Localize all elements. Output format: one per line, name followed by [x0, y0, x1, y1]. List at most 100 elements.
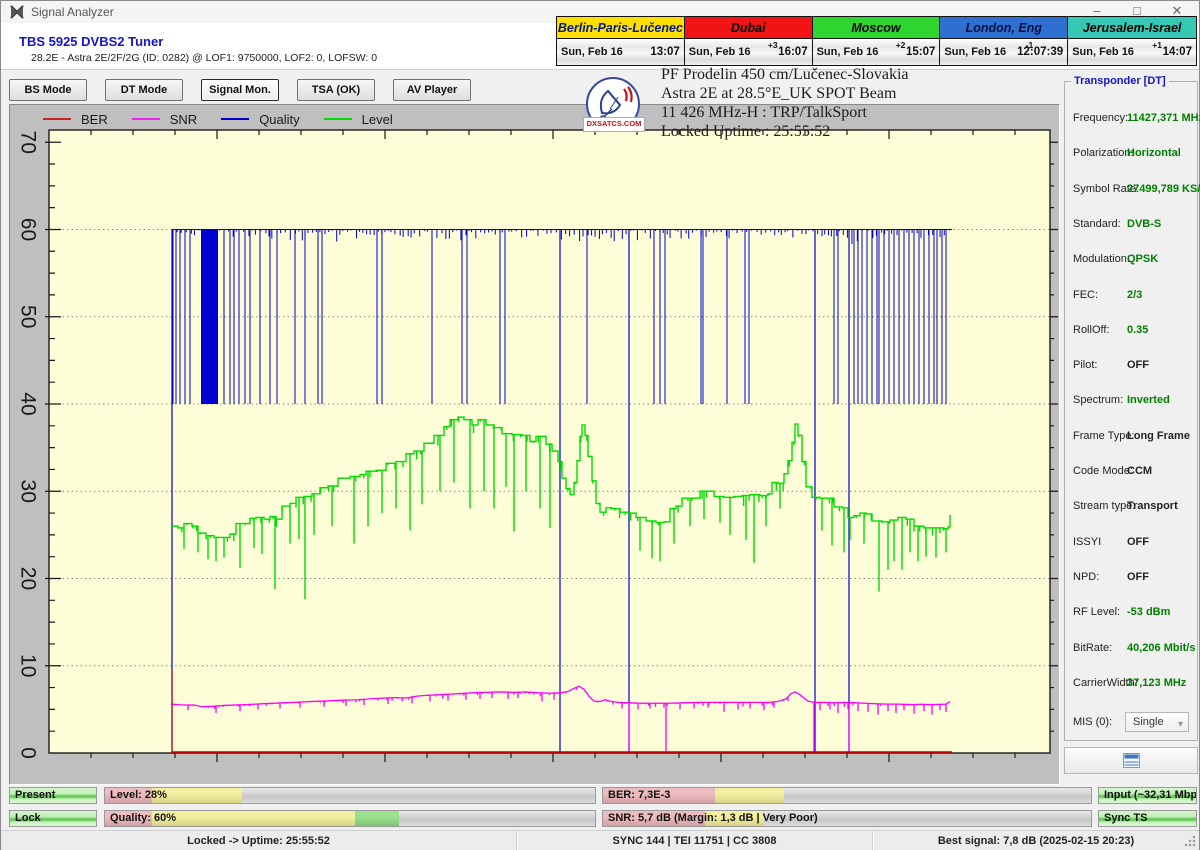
- signal-chart: 010203040506070: [10, 105, 1059, 784]
- clock-utc-offset: +3: [768, 40, 778, 50]
- clock-date: Sun, Feb 16: [817, 46, 879, 58]
- tp-value-14: -53 dBm: [1127, 606, 1170, 618]
- quality-bar: Quality: 60%: [104, 810, 596, 827]
- tp-label-11: Stream type:: [1073, 500, 1135, 512]
- clock-utc-offset: +2: [896, 40, 906, 50]
- tab-bs-mode[interactable]: BS Mode: [9, 79, 87, 101]
- clock-2: MoscowSun, Feb 16+215:07: [813, 17, 941, 65]
- tp-label-4: Modulation:: [1073, 253, 1130, 265]
- tp-label-3: Standard:: [1073, 218, 1121, 230]
- present-badge: Present: [9, 787, 97, 804]
- tp-value-11: Transport: [1127, 500, 1178, 512]
- tp-value-2: 27499,789 KS/s: [1127, 183, 1200, 195]
- clock-3: London, EngSun, Feb 16-112:07:39: [940, 17, 1068, 65]
- mis-dropdown[interactable]: Single ▾: [1125, 712, 1189, 732]
- svg-text:10: 10: [17, 654, 40, 677]
- clock-time-cell: Sun, Feb 16-112:07:39: [940, 39, 1067, 65]
- input-badge: Input (~32,31 Mbps): [1098, 787, 1197, 804]
- clock-date: Sun, Feb 16: [561, 46, 623, 58]
- tp-value-0: 11427,371 MHz: [1127, 112, 1200, 124]
- ber-bar-label: BER: 7,3E-3: [608, 789, 670, 801]
- tp-label-0: Frequency:: [1073, 112, 1128, 124]
- snr-bar-label: SNR: 5,7 dB (Margin: 1,3 dB | Very Poor): [608, 812, 818, 824]
- window-title: Signal Analyzer: [31, 5, 114, 19]
- clock-date: Sun, Feb 16: [1072, 46, 1134, 58]
- ber-bar: BER: 7,3E-3: [602, 787, 1092, 804]
- tp-label-6: RollOff:: [1073, 324, 1109, 336]
- tp-value-3: DVB-S: [1127, 218, 1161, 230]
- tp-value-8: Inverted: [1127, 394, 1170, 406]
- clock-city: Berlin-Paris-Lučenec: [557, 17, 684, 39]
- clock-0: Berlin-Paris-Lučenec Sun, Feb 16 13:07: [557, 17, 685, 65]
- tab-dt-mode[interactable]: DT Mode: [105, 79, 183, 101]
- mis-label: MIS (0):: [1073, 716, 1112, 728]
- svg-text:30: 30: [17, 480, 40, 503]
- clock-city: London, Eng: [940, 17, 1067, 39]
- overlay-line-uptime: Locked Uptime : 25:55:52: [661, 122, 1081, 141]
- clock-utc-offset: +1: [1152, 40, 1162, 50]
- tp-value-16: 37,123 MHz: [1127, 677, 1186, 689]
- app-icon: [10, 5, 24, 19]
- tp-value-9: Long Frame: [1127, 430, 1190, 442]
- tab-av-player[interactable]: AV Player: [393, 79, 471, 101]
- signal-chart-panel: BERSNRQualityLevel 010203040506070: [9, 104, 1060, 785]
- svg-text:50: 50: [17, 305, 40, 328]
- tp-label-8: Spectrum:: [1073, 394, 1123, 406]
- clock-4: Jerusalem-Israel Sun, Feb 16 +114:07: [1068, 17, 1196, 65]
- quality-bar-label: Quality: 60%: [110, 812, 176, 824]
- dxsatcs-logo: DXSATCS.COM: [585, 77, 641, 133]
- transponder-panel: Transponder [DT] Frequency:11427,371 MHz…: [1064, 81, 1198, 741]
- clock-time: 13:07: [650, 46, 679, 58]
- tp-value-12: OFF: [1127, 536, 1149, 548]
- tp-label-5: FEC:: [1073, 289, 1098, 301]
- resize-grip[interactable]: [1184, 835, 1196, 847]
- tp-label-14: RF Level:: [1073, 606, 1120, 618]
- transponder-panel-title: Transponder [DT]: [1071, 75, 1169, 87]
- tp-value-10: CCM: [1127, 465, 1152, 477]
- level-bar-label: Level: 28%: [110, 789, 167, 801]
- clock-time-cell: Sun, Feb 16 +316:07: [685, 39, 812, 65]
- status-best-signal: Best signal: 7,8 dB (2025-02-15 20:23): [873, 831, 1199, 850]
- tp-label-9: Frame Type:: [1073, 430, 1135, 442]
- status-uptime: Locked -> Uptime: 25:55:52: [1, 831, 517, 850]
- chevron-down-icon: ▾: [1178, 716, 1183, 734]
- clock-date: Sun, Feb 16: [944, 46, 1006, 58]
- tab-tsa-ok-[interactable]: TSA (OK): [297, 79, 375, 101]
- tp-label-15: BitRate:: [1073, 642, 1112, 654]
- clock-city: Jerusalem-Israel: [1068, 17, 1196, 39]
- clock-time-cell: Sun, Feb 16+215:07: [813, 39, 940, 65]
- overlay-line-site: PF Prodelin 450 cm/Lučenec-Slovakia: [661, 65, 1081, 84]
- tp-value-4: QPSK: [1127, 253, 1158, 265]
- tp-label-13: NPD:: [1073, 571, 1099, 583]
- tuner-subtitle: 28.2E - Astra 2E/2F/2G (ID: 0282) @ LOF1…: [31, 52, 377, 64]
- tp-label-10: Code Mode:: [1073, 465, 1133, 477]
- tp-value-5: 2/3: [1127, 289, 1142, 301]
- svg-text:20: 20: [17, 567, 40, 590]
- tp-value-15: 40,206 Mbit/s: [1127, 642, 1195, 654]
- svg-text:60: 60: [17, 218, 40, 241]
- tab-signal-mon-[interactable]: Signal Mon.: [201, 79, 279, 101]
- save-report-icon: [1123, 753, 1140, 768]
- snr-bar: SNR: 5,7 dB (Margin: 1,3 dB | Very Poor): [602, 810, 1092, 827]
- clock-time: 12:07:39: [1017, 46, 1063, 58]
- clock-1: Dubai Sun, Feb 16 +316:07: [685, 17, 813, 65]
- tp-value-1: Horizontal: [1127, 147, 1181, 159]
- world-clocks: Berlin-Paris-Lučenec Sun, Feb 16 13:07 Duba…: [556, 16, 1197, 66]
- app-window: Signal Analyzer – □ ✕ TBS 5925 DVBS2 Tun…: [0, 0, 1200, 850]
- clock-date: Sun, Feb 16: [689, 46, 751, 58]
- clock-city: Moscow: [813, 17, 940, 39]
- logo-label: DXSATCS.COM: [583, 117, 645, 132]
- tp-label-12: ISSYI: [1073, 536, 1101, 548]
- status-sync-counters: SYNC 144 | TEI 11751 | CC 3808: [517, 831, 873, 850]
- lock-badge: Lock: [9, 810, 97, 827]
- clock-city: Dubai: [685, 17, 812, 39]
- clock-time-cell: Sun, Feb 16 13:07: [557, 39, 684, 65]
- tp-value-13: OFF: [1127, 571, 1149, 583]
- sync-ts-badge: Sync TS: [1098, 810, 1197, 827]
- report-button[interactable]: [1064, 747, 1198, 774]
- clock-time: 16:07: [778, 46, 807, 58]
- tp-label-1: Polarization:: [1073, 147, 1134, 159]
- clock-time: 14:07: [1163, 46, 1192, 58]
- svg-text:40: 40: [17, 392, 40, 415]
- overlay-line-frequency: 11 426 MHz-H : TRP/TalkSport: [661, 103, 1081, 122]
